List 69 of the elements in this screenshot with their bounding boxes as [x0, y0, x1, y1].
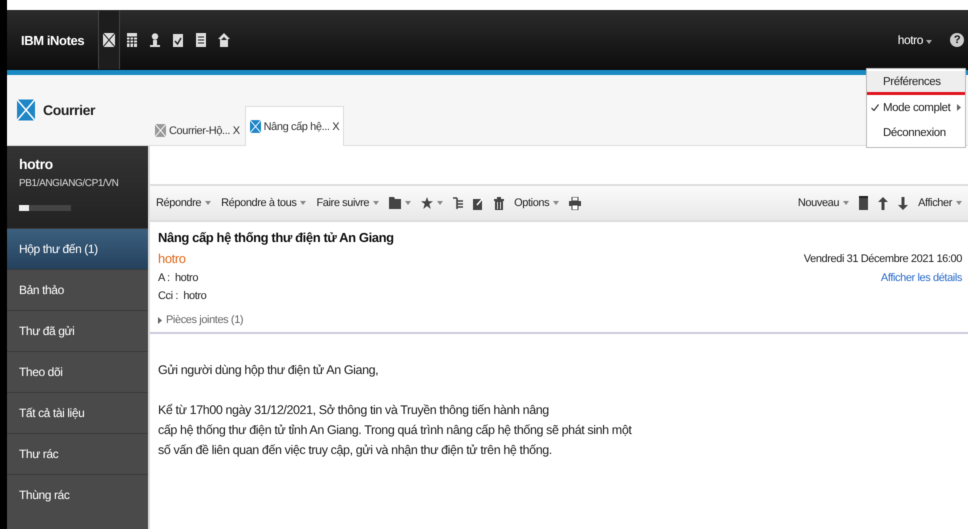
attachments-toggle[interactable]: Pièces jointes (1) [158, 314, 962, 326]
user-menu-button[interactable]: hotro [892, 33, 938, 47]
folder-item[interactable]: Hộp thư đến (1) [7, 228, 148, 269]
caret-icon [373, 201, 380, 205]
toolbar-menu-button[interactable]: Nouveau [796, 197, 852, 209]
caret-icon [843, 201, 850, 205]
tab[interactable]: Nâng cấp hệ... X [244, 106, 344, 146]
star-icon [421, 197, 434, 209]
mail-icon [17, 98, 35, 122]
menu-item[interactable]: Préférences [867, 71, 965, 95]
sender-name: hotro [158, 251, 186, 266]
edit-icon [473, 196, 484, 210]
caret-icon [205, 201, 212, 205]
toolbar-menu-button[interactable]: Répondre [154, 197, 214, 209]
icon-button[interactable] [567, 196, 584, 210]
icon-button[interactable] [896, 196, 910, 210]
icon-button[interactable] [857, 196, 870, 210]
user-name: hotro [19, 156, 54, 172]
icon-button[interactable] [471, 196, 486, 210]
calendar-icon [127, 33, 138, 47]
icon-button[interactable] [451, 196, 466, 210]
folder-item[interactable]: Tất cả tài liệu [7, 392, 148, 433]
notes-icon [196, 33, 206, 47]
folder-item[interactable]: Bản thảo [7, 269, 148, 310]
nav-button[interactable] [98, 11, 120, 69]
arrow-up-icon [878, 196, 888, 210]
icon-button[interactable] [492, 196, 506, 210]
mail-icon [103, 33, 116, 47]
toolbar-menu-button[interactable]: Répondre à tous [219, 197, 308, 209]
caret-icon [405, 201, 412, 205]
toolbar-menu-button[interactable]: Faire suivre [314, 197, 382, 209]
details-link[interactable]: Afficher les détails [880, 272, 962, 284]
caret-icon [956, 201, 962, 205]
tab[interactable]: Courrier-Hộ... X [150, 114, 245, 146]
caret-icon [553, 201, 560, 205]
folder-item[interactable]: Thư đã gửi [7, 310, 148, 351]
section-title: Courrier [43, 102, 96, 118]
folder-item[interactable]: Thùng rác [7, 474, 148, 515]
list-icon [453, 196, 464, 210]
message-date: Vendredi 31 Décembre 2021 16:00 [804, 252, 962, 264]
folder-item[interactable]: Theo dõi [7, 351, 148, 392]
server-path: PB1/ANGIANG/CP1/VN [19, 178, 120, 189]
caret-icon [300, 201, 306, 205]
icon-menu-button[interactable] [387, 197, 414, 209]
expand-icon [158, 316, 162, 324]
document-icon [859, 196, 868, 210]
toolbar-menu-button[interactable]: Options [512, 197, 562, 209]
toolbar-menu-button[interactable]: Afficher [916, 197, 964, 209]
recipient-line: A : hotro [158, 272, 198, 284]
help-icon[interactable]: ? [950, 33, 964, 47]
caret-icon [437, 201, 444, 205]
person-icon [150, 33, 160, 47]
recipient-line: Cci : hotro [158, 290, 206, 302]
trash-icon [494, 196, 504, 210]
body-paragraph: Gửi người dùng hộp thư điện tử An Giang, [158, 362, 380, 379]
body-paragraph: Kể từ 17h00 ngày 31/12/2021, Sở thông tin và Truyền thông tiến hành nâng cấp hệ thống thư điện tử tỉnh An Giang. Trong quá trình nâng cấp hệ thống sẽ phát sinh một số vấn đề liên quan đến việc truy cập, gửi và nhận thư điện tử trên hệ thống. [158, 402, 633, 459]
folder-item[interactable]: Thư rác [7, 433, 148, 474]
caret-icon [926, 40, 932, 44]
message-subject: Nâng cấp hệ thống thư điện tử An Giang [158, 230, 395, 245]
icon-menu-button[interactable] [419, 197, 446, 209]
icon-button[interactable] [876, 196, 890, 210]
arrow-down-icon [898, 196, 908, 210]
folder-icon [389, 197, 402, 209]
home-icon [218, 33, 230, 47]
mail-icon [250, 120, 261, 133]
app-brand: IBM iNotes [20, 32, 86, 48]
mail-icon [155, 124, 166, 137]
printer-icon [569, 196, 582, 210]
clipboard-check-icon [173, 33, 184, 47]
